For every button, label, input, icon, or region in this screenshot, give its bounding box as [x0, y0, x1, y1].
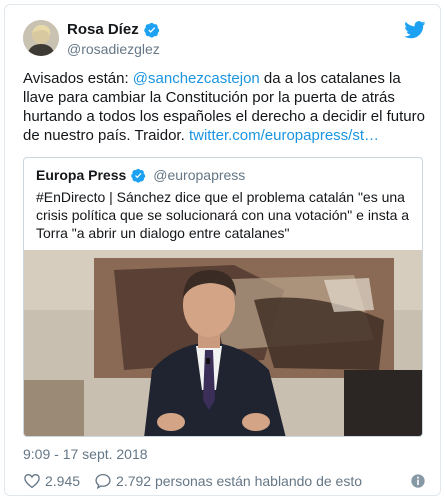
author-name[interactable]: Rosa Díez [67, 21, 139, 38]
author-handle[interactable]: @rosadiezglez [67, 41, 160, 57]
verified-badge-icon [143, 22, 159, 38]
quoted-author-handle[interactable]: @europapress [153, 167, 245, 183]
author-avatar[interactable] [23, 20, 59, 56]
tweet-text-start: Avisados están: [23, 70, 133, 87]
url-link[interactable]: twitter.com/europapress/st… [189, 127, 379, 144]
quoted-tweet-text: #EnDirecto | Sánchez dice que el problem… [36, 189, 410, 241]
avatar-photo [23, 20, 59, 56]
tweet-timestamp[interactable]: 9:09 - 17 sept. 2018 [23, 446, 148, 462]
embedded-tweet-card: Rosa Díez @rosadiezglez Avisados están: … [4, 4, 441, 496]
reply-action[interactable]: 2.792 personas están hablando de esto [94, 472, 362, 490]
like-action[interactable]: 2.945 [23, 472, 80, 490]
tweet-text: Avisados están: @sanchezcastejon da a lo… [23, 69, 428, 145]
heart-icon [24, 474, 40, 489]
quoted-tweet-photo[interactable] [24, 250, 422, 436]
mention-link[interactable]: @sanchezcastejon [133, 70, 260, 87]
photo-man-in-suit [24, 250, 422, 436]
like-count: 2.945 [45, 473, 81, 489]
conversation-count: 2.792 personas están hablando de esto [116, 473, 363, 489]
twitter-bird-icon[interactable] [404, 21, 426, 39]
quoted-tweet[interactable]: Europa Press @europapress #EnDirecto | S… [23, 157, 423, 437]
quoted-author-name[interactable]: Europa Press [36, 167, 126, 183]
info-icon[interactable] [410, 473, 426, 489]
speech-bubble-icon [95, 473, 111, 490]
verified-badge-icon [131, 168, 146, 183]
